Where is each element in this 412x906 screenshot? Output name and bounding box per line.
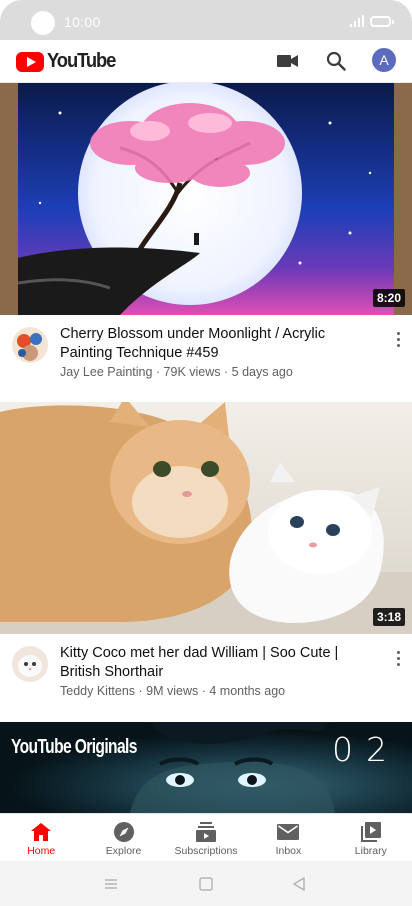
- system-navigation-bar: [0, 861, 412, 906]
- meta-separator: ·: [135, 684, 147, 698]
- video-duration: 3:18: [372, 608, 405, 626]
- view-count: 9M views: [146, 684, 199, 698]
- home-button-icon[interactable]: [197, 875, 215, 893]
- nav-label: Inbox: [275, 845, 302, 857]
- status-bar: 10:00: [0, 0, 412, 40]
- back-icon[interactable]: [290, 875, 308, 893]
- nav-label: Subscriptions: [174, 845, 238, 857]
- video-meta[interactable]: Cherry Blossom under Moonlight / Acrylic…: [0, 315, 412, 399]
- signal-icon: [350, 15, 364, 27]
- nav-subscriptions[interactable]: Subscriptions: [165, 814, 247, 861]
- recent-apps-icon[interactable]: [102, 875, 120, 893]
- battery-icon: [370, 16, 394, 27]
- account-avatar[interactable]: A: [372, 48, 396, 72]
- nav-inbox[interactable]: Inbox: [247, 814, 329, 861]
- view-count: 79K views: [163, 365, 221, 379]
- nav-explore[interactable]: Explore: [82, 814, 164, 861]
- nav-label: Library: [354, 845, 387, 857]
- status-time: 10:00: [64, 14, 101, 30]
- subscriptions-icon: [194, 820, 218, 844]
- logo-text: YouTube: [47, 50, 116, 72]
- video-thumbnail[interactable]: YouTube Originals 02: [0, 722, 412, 813]
- meta-separator: ·: [152, 365, 164, 379]
- video-thumbnail[interactable]: 3:18: [0, 402, 412, 634]
- library-icon: [359, 820, 383, 844]
- video-subtitle: Jay Lee Painting · 79K views · 5 days ag…: [60, 365, 380, 379]
- kittens-thumbnail-image: [0, 402, 412, 634]
- meta-separator: ·: [198, 684, 210, 698]
- bottom-navigation: Home Explore Subscriptions Inbox Library: [0, 813, 412, 861]
- channel-name[interactable]: Teddy Kittens: [60, 684, 135, 698]
- video-meta[interactable]: Kitty Coco met her dad William | Soo Cut…: [0, 634, 412, 718]
- channel-name[interactable]: Jay Lee Painting: [60, 365, 152, 379]
- youtube-logo[interactable]: YouTube: [16, 50, 121, 73]
- video-subtitle: Teddy Kittens · 9M views · 4 months ago: [60, 684, 380, 698]
- upload-age: 5 days ago: [231, 365, 293, 379]
- nav-label: Home: [27, 845, 56, 857]
- channel-avatar[interactable]: [12, 327, 48, 363]
- channel-avatar[interactable]: [12, 646, 48, 682]
- episode-number: 02: [332, 730, 400, 769]
- mail-icon: [276, 820, 300, 844]
- compass-icon: [112, 820, 136, 844]
- video-duration: 8:20: [372, 289, 405, 307]
- app-bar: YouTube A: [0, 40, 412, 83]
- more-options-icon[interactable]: [388, 646, 408, 670]
- camera-cutout: [31, 11, 55, 35]
- meta-separator: ·: [220, 365, 232, 379]
- video-thumbnail[interactable]: 8:20: [0, 83, 412, 315]
- video-title[interactable]: Kitty Coco met her dad William | Soo Cut…: [60, 644, 370, 682]
- search-icon[interactable]: [324, 49, 348, 73]
- nav-label: Explore: [105, 845, 142, 857]
- youtube-play-icon: [16, 51, 44, 72]
- video-title[interactable]: Cherry Blossom under Moonlight / Acrylic…: [60, 325, 370, 363]
- painting-thumbnail-image: [0, 83, 412, 315]
- more-options-icon[interactable]: [388, 327, 408, 351]
- youtube-originals-label: YouTube Originals: [11, 736, 137, 758]
- home-icon: [29, 820, 53, 844]
- upload-age: 4 months ago: [209, 684, 286, 698]
- video-camera-icon[interactable]: [276, 49, 300, 73]
- nav-home[interactable]: Home: [0, 814, 82, 861]
- nav-library[interactable]: Library: [330, 814, 412, 861]
